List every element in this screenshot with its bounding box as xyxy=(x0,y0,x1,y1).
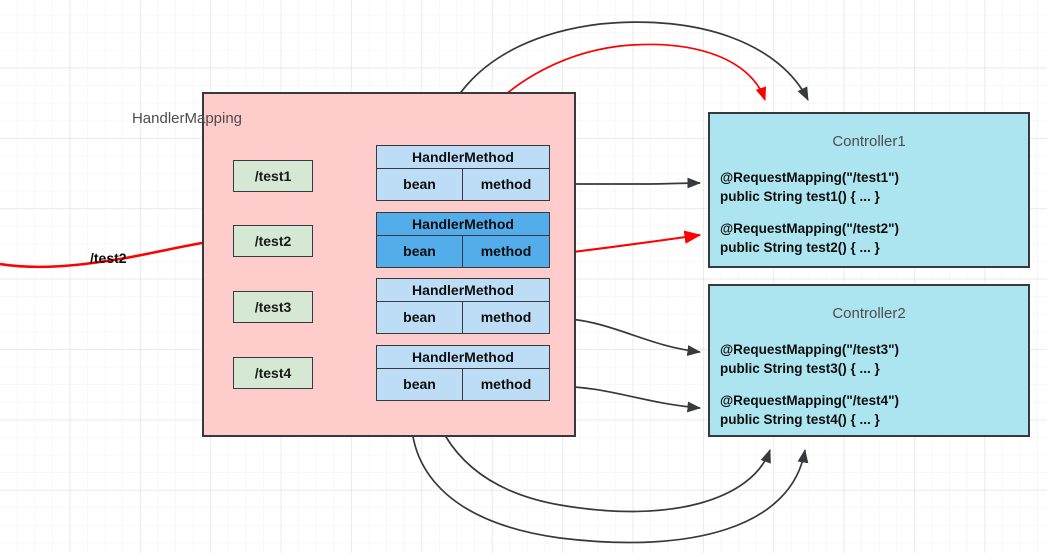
handler-method-method-cell[interactable]: method xyxy=(463,236,549,267)
path-box-label: /test3 xyxy=(254,299,292,315)
handler-method-row: bean method xyxy=(377,302,549,333)
handler-method-row: bean method xyxy=(377,169,549,200)
controller1-method2-annotation: @RequestMapping("/test2") xyxy=(720,221,899,236)
handler-method-title: HandlerMethod xyxy=(377,279,549,302)
controller1-box[interactable]: Controller1 @RequestMapping("/test1") pu… xyxy=(708,112,1030,268)
controller1-method2-signature: public String test2() { ... } xyxy=(720,240,880,255)
handler-method-method-cell[interactable]: method xyxy=(463,302,549,333)
handler-method-table-test2[interactable]: HandlerMethod bean method xyxy=(376,212,550,268)
handler-method-table-test4[interactable]: HandlerMethod bean method xyxy=(376,345,550,401)
handler-method-title: HandlerMethod xyxy=(377,213,549,236)
path-box-test4[interactable]: /test4 xyxy=(233,357,313,389)
controller1-title: Controller1 xyxy=(832,133,906,150)
controller1-method1-annotation: @RequestMapping("/test1") xyxy=(720,170,899,185)
controller2-title: Controller2 xyxy=(832,305,906,322)
controller2-method1-signature: public String test3() { ... } xyxy=(720,361,880,376)
handler-method-title: HandlerMethod xyxy=(377,146,549,169)
handler-method-title: HandlerMethod xyxy=(377,346,549,369)
path-box-label: /test1 xyxy=(254,168,292,184)
request-path-label: /test2 xyxy=(90,250,127,266)
handler-method-bean-cell[interactable]: bean xyxy=(377,369,463,400)
handler-method-bean-cell[interactable]: bean xyxy=(377,302,463,333)
controller2-method2-annotation: @RequestMapping("/test4") xyxy=(720,393,899,408)
path-box-test3[interactable]: /test3 xyxy=(233,291,313,323)
handler-mapping-title: HandlerMapping xyxy=(131,110,243,127)
path-box-label: /test4 xyxy=(254,365,292,381)
handler-method-bean-cell[interactable]: bean xyxy=(377,169,463,200)
controller2-method2-signature: public String test4() { ... } xyxy=(720,412,880,427)
handler-method-row: bean method xyxy=(377,369,549,400)
handler-method-method-cell[interactable]: method xyxy=(463,369,549,400)
diagram-canvas: /test2 HandlerMapping /test1 /test2 /tes… xyxy=(0,0,1047,553)
handler-method-bean-cell[interactable]: bean xyxy=(377,236,463,267)
path-box-test1[interactable]: /test1 xyxy=(233,160,313,192)
path-box-test2[interactable]: /test2 xyxy=(233,225,313,257)
handler-method-table-test3[interactable]: HandlerMethod bean method xyxy=(376,278,550,334)
controller2-method1-annotation: @RequestMapping("/test3") xyxy=(720,342,899,357)
handler-method-table-test1[interactable]: HandlerMethod bean method xyxy=(376,145,550,201)
path-box-label: /test2 xyxy=(254,233,292,249)
controller1-method1-signature: public String test1() { ... } xyxy=(720,189,880,204)
controller2-box[interactable]: Controller2 @RequestMapping("/test3") pu… xyxy=(708,284,1030,437)
handler-method-row: bean method xyxy=(377,236,549,267)
handler-method-method-cell[interactable]: method xyxy=(463,169,549,200)
